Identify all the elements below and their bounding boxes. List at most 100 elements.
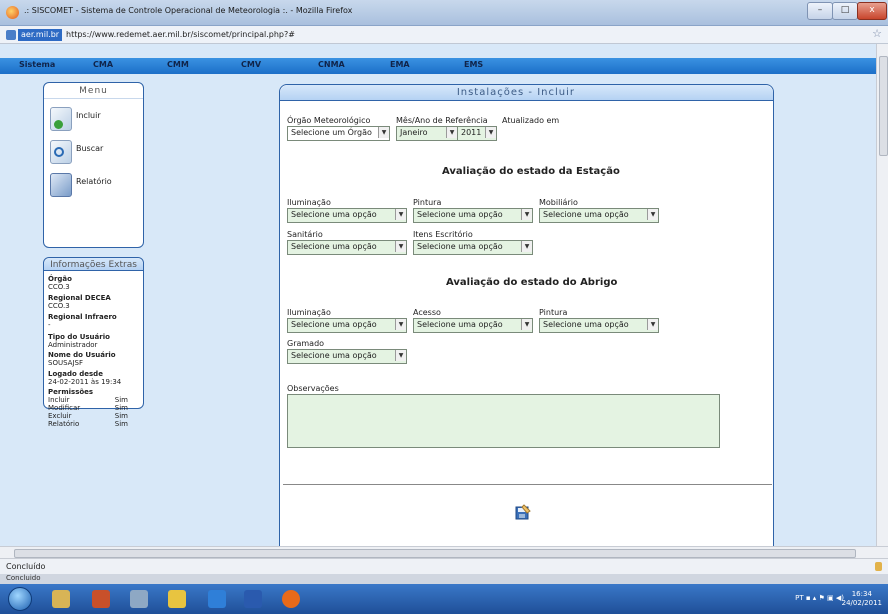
word-icon[interactable]: [244, 590, 262, 608]
site-identity-badge[interactable]: aer.mil.br: [18, 29, 63, 41]
observacoes-label: Observações: [287, 384, 339, 393]
sanitario-label: Sanitário: [287, 230, 323, 239]
clock[interactable]: 16:34 24/02/2011: [842, 590, 882, 608]
add-document-icon: [50, 107, 72, 131]
chevron-down-icon: ▼: [446, 127, 457, 138]
nav-cma[interactable]: CMA: [93, 60, 113, 69]
close-button[interactable]: x: [857, 2, 887, 20]
clock-time: 16:34: [851, 590, 872, 598]
url-text[interactable]: https://www.redemet.aer.mil.br/siscomet/…: [66, 30, 295, 39]
info-heading: Informações Extras: [50, 260, 137, 270]
window-titlebar: .: SISCOMET - Sistema de Controle Operac…: [0, 0, 888, 26]
tools-icon[interactable]: [130, 590, 148, 608]
menu-item-relatorio[interactable]: Relatório: [50, 173, 140, 197]
acesso-select[interactable]: Selecione uma opção ▼: [413, 318, 533, 333]
strip-text: Concluido: [6, 574, 41, 582]
mes-select[interactable]: Janeiro ▼: [396, 126, 458, 141]
gramado-label: Gramado: [287, 339, 325, 348]
status-text: Concluído: [6, 562, 46, 571]
vertical-scrollbar[interactable]: [876, 44, 888, 546]
report-icon: [50, 173, 72, 197]
itens-escritorio-select[interactable]: Selecione uma opção ▼: [413, 240, 533, 255]
save-icon[interactable]: [515, 504, 531, 520]
permission-row: Incluir Sim: [48, 396, 128, 404]
form-header: Instalações - Incluir: [280, 85, 773, 101]
menu-item-buscar[interactable]: Buscar: [50, 140, 140, 164]
acesso-label: Acesso: [413, 308, 441, 317]
nav-cmm[interactable]: CMM: [167, 60, 189, 69]
menu-heading: Menu: [79, 86, 108, 96]
ano-select[interactable]: 2011 ▼: [457, 126, 497, 141]
page-viewport: Sistema CMA CMM CMV CNMA EMA EMS Menu In…: [0, 44, 876, 546]
mobiliario-select[interactable]: Selecione uma opção ▼: [539, 208, 659, 223]
permission-row: Modificar Sim: [48, 404, 128, 412]
permission-row: Excluir Sim: [48, 412, 128, 420]
abrigo-pintura-label: Pintura: [539, 308, 568, 317]
regional-infraero-value: -: [48, 321, 51, 329]
orgao-select[interactable]: Selecione um Órgão ▼: [287, 126, 390, 141]
chevron-down-icon: ▼: [395, 350, 406, 361]
logado-value: 24-02-2011 às 19:34: [48, 378, 122, 386]
menu-item-label: Incluir: [76, 111, 101, 120]
permission-row: Relatório Sim: [48, 420, 128, 428]
observacoes-textarea[interactable]: [287, 394, 720, 448]
window-title: .: SISCOMET - Sistema de Controle Operac…: [24, 6, 353, 15]
site-icon: [6, 30, 16, 40]
section-abrigo-title: Avaliação do estado do Abrigo: [446, 277, 618, 288]
chevron-down-icon: ▼: [521, 319, 532, 330]
top-nav: Sistema CMA CMM CMV CNMA EMA EMS: [0, 58, 876, 74]
language-indicator[interactable]: PT: [795, 594, 804, 602]
regional-decea-value: CCO.3: [48, 302, 70, 310]
abrigo-pintura-select[interactable]: Selecione uma opção ▼: [539, 318, 659, 333]
mes-ano-label: Mês/Ano de Referência: [396, 116, 488, 125]
orgao-value: CCO.3: [48, 283, 70, 291]
horizontal-scrollbar[interactable]: [0, 546, 888, 558]
status-bar: Concluído: [0, 558, 888, 574]
file-explorer-icon[interactable]: [52, 590, 70, 608]
info-content: Órgão CCO.3 Regional DECEA CCO.3 Regiona…: [48, 275, 143, 428]
menu-item-label: Relatório: [76, 177, 112, 186]
scroll-thumb[interactable]: [879, 56, 888, 156]
itens-escritorio-label: Itens Escritório: [413, 230, 473, 239]
address-bar[interactable]: aer.mil.br https://www.redemet.aer.mil.b…: [0, 26, 888, 44]
divider: [283, 484, 772, 485]
nome-value: SOUSAJSF: [48, 359, 83, 367]
maximize-button[interactable]: □: [832, 2, 858, 20]
logado-label: Logado desde: [48, 370, 103, 378]
nav-sistema[interactable]: Sistema: [19, 60, 55, 69]
abrigo-iluminacao-label: Iluminação: [287, 308, 331, 317]
regional-decea-label: Regional DECEA: [48, 294, 111, 302]
pintura-select[interactable]: Selecione uma opção ▼: [413, 208, 533, 223]
abrigo-iluminacao-select[interactable]: Selecione uma opção ▼: [287, 318, 407, 333]
iluminacao-select[interactable]: Selecione uma opção ▼: [287, 208, 407, 223]
internet-explorer-icon[interactable]: [208, 590, 226, 608]
chevron-down-icon: ▼: [521, 241, 532, 252]
tipo-label: Tipo do Usuário: [48, 333, 110, 341]
firefox-icon: [6, 6, 19, 19]
menu-panel: Menu Incluir Buscar Relatório: [43, 82, 144, 248]
sanitario-select[interactable]: Selecione uma opção ▼: [287, 240, 407, 255]
scroll-thumb[interactable]: [14, 549, 856, 558]
section-estacao-title: Avaliação do estado da Estação: [442, 166, 620, 177]
form-panel: Instalações - Incluir Órgão Meteorológic…: [279, 84, 774, 546]
search-icon: [50, 140, 72, 164]
minimize-button[interactable]: –: [807, 2, 833, 20]
nav-ems[interactable]: EMS: [464, 60, 483, 69]
chevron-down-icon: ▼: [395, 209, 406, 220]
bookmark-star-icon[interactable]: ☆: [872, 27, 882, 40]
chevron-down-icon: ▼: [647, 209, 658, 220]
nav-cnma[interactable]: CNMA: [318, 60, 345, 69]
nav-cmv[interactable]: CMV: [241, 60, 261, 69]
start-button[interactable]: [8, 587, 32, 611]
media-player-icon[interactable]: [92, 590, 110, 608]
iluminacao-label: Iluminação: [287, 198, 331, 207]
chevron-down-icon: ▼: [485, 127, 496, 138]
system-tray: PT ▪ ▴ ⚑ ▣ ◀): [795, 594, 844, 602]
clock-date: 24/02/2011: [841, 599, 882, 607]
firefox-taskbar-icon[interactable]: [282, 590, 300, 608]
gramado-select[interactable]: Selecione uma opção ▼: [287, 349, 407, 364]
menu-item-incluir[interactable]: Incluir: [50, 107, 140, 131]
nome-label: Nome do Usuário: [48, 351, 116, 359]
folder-icon[interactable]: [168, 590, 186, 608]
nav-ema[interactable]: EMA: [390, 60, 410, 69]
